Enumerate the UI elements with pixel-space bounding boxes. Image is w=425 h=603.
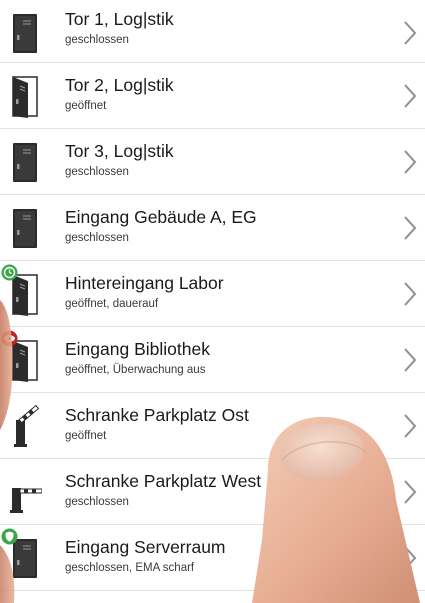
item-status: geschlossen [65,34,129,46]
item-status: geöffnet, dauerauf [65,298,159,310]
door-open-icon [12,76,38,118]
item-title: Eingang Gebäude A, EG [65,207,257,227]
chevron-right-icon [404,84,417,108]
clock-badge-icon [1,264,18,281]
barrier-open-icon [14,404,40,447]
item-status: geschlossen, EMA scharf [65,562,195,574]
chevron-right-icon [404,480,417,504]
access-point-list: Tor 1, Log|stik geschlossen Tor 2, Log|s… [0,0,425,591]
list-item-schranke-west[interactable]: Schranke Parkplatz West geschlossen [0,459,425,525]
list-item-tor-2[interactable]: Tor 2, Log|stik geöffnet [0,63,425,129]
list-item-eingang-gebaeude-a[interactable]: Eingang Gebäude A, EG geschlossen [0,195,425,261]
item-status: geschlossen [65,232,129,244]
item-title: Eingang Bibliothek [65,339,210,359]
chevron-right-icon [404,546,417,570]
item-title: Schranke Parkplatz Ost [65,405,249,425]
door-closed-icon [13,209,37,248]
shield-badge-icon [1,528,18,545]
list-item-schranke-ost[interactable]: Schranke Parkplatz Ost geöffnet [0,393,425,459]
chevron-right-icon [404,414,417,438]
barrier-closed-icon [10,488,42,513]
list-item-tor-3[interactable]: Tor 3, Log|stik geschlossen [0,129,425,195]
chevron-right-icon [404,216,417,240]
door-closed-icon [13,14,37,53]
chevron-right-icon [404,282,417,306]
item-title: Schranke Parkplatz West [65,471,262,491]
list-item-eingang-bibliothek[interactable]: Eingang Bibliothek geöffnet, Überwachung… [0,327,425,393]
list-item-hintereingang-labor[interactable]: Hintereingang Labor geöffnet, dauerauf [0,261,425,327]
chevron-right-icon [404,21,417,45]
chevron-right-icon [404,348,417,372]
item-title: Hintereingang Labor [65,273,224,293]
item-status: geöffnet [65,100,107,112]
item-title: Tor 1, Log|stik [65,9,174,29]
item-title: Tor 2, Log|stik [65,75,174,95]
item-status: geöffnet [65,430,107,442]
door-closed-icon [13,143,37,182]
chevron-right-icon [404,150,417,174]
item-title: Tor 3, Log|stik [65,141,174,161]
item-title: Eingang Serverraum [65,537,226,557]
item-status: geschlossen [65,166,129,178]
item-status: geschlossen [65,496,129,508]
list-item-tor-1[interactable]: Tor 1, Log|stik geschlossen [0,0,425,63]
eye-badge-icon [1,330,18,347]
item-status: geöffnet, Überwachung aus [65,364,206,376]
list-item-eingang-serverraum[interactable]: Eingang Serverraum geschlossen, EMA scha… [0,525,425,591]
